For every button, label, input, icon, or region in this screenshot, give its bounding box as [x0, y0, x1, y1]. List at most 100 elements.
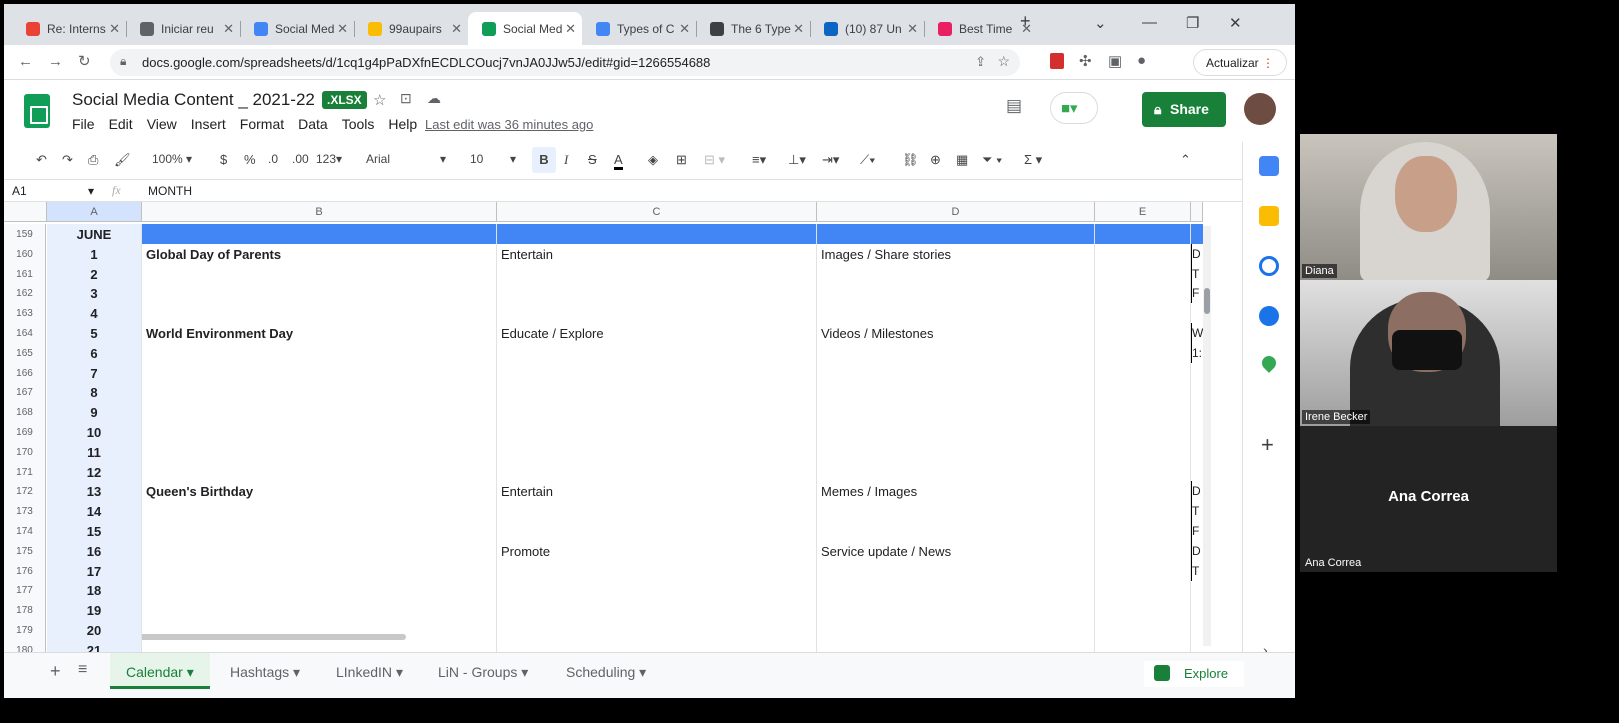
reload-icon[interactable]: ↻	[78, 52, 91, 70]
cell-f[interactable]: D	[1191, 243, 1203, 264]
cell-d[interactable]	[817, 362, 1095, 383]
align-vertical-icon[interactable]: ⊥▾	[788, 152, 806, 168]
cell-f[interactable]: T	[1191, 560, 1203, 581]
share-page-icon[interactable]: ⇪	[975, 54, 986, 70]
cell-c[interactable]	[497, 283, 817, 304]
chevron-down-icon[interactable]: ▾	[396, 664, 403, 680]
cell-e[interactable]	[1095, 540, 1191, 561]
cell-d[interactable]	[817, 441, 1095, 462]
sheets-logo-icon[interactable]	[24, 94, 50, 128]
cell-b[interactable]	[142, 580, 497, 601]
decrease-decimal-button[interactable]: .0	[268, 152, 278, 166]
cell-a[interactable]: 16	[47, 540, 142, 561]
cell-c[interactable]: Promote	[497, 540, 817, 561]
cell-a[interactable]: 21	[47, 639, 142, 652]
undo-icon[interactable]: ↶	[36, 152, 47, 168]
close-tab-icon[interactable]: ✕	[565, 21, 576, 37]
cell-b[interactable]	[142, 461, 497, 482]
row-number[interactable]: 175	[4, 540, 46, 561]
cell-a[interactable]: 19	[47, 600, 142, 621]
close-tab-icon[interactable]: ✕	[451, 21, 462, 37]
functions-icon[interactable]: Σ ▾	[1024, 152, 1042, 168]
cell-f[interactable]	[1191, 363, 1203, 383]
paint-format-icon[interactable]: 🖌︎	[114, 152, 131, 168]
cell-e[interactable]	[1095, 639, 1191, 652]
merge-cells-icon[interactable]: ⊟ ▾	[704, 152, 725, 168]
cell-d[interactable]	[817, 402, 1095, 423]
video-tile-ana[interactable]: Ana Correa Ana Correa	[1300, 426, 1557, 572]
cell-c[interactable]	[497, 224, 817, 244]
cell-a[interactable]: 13	[47, 481, 142, 502]
cell-b[interactable]: Global Day of Parents	[142, 243, 497, 264]
cell-d[interactable]: Memes / Images	[817, 481, 1095, 502]
contacts-icon[interactable]	[1259, 306, 1279, 326]
cell-f[interactable]	[1191, 303, 1203, 323]
cell-b[interactable]: World Environment Day	[142, 323, 497, 343]
menu-item-insert[interactable]: Insert	[191, 116, 226, 132]
browser-tab[interactable]: (10) 87 Un ✕	[810, 12, 924, 45]
cell-e[interactable]	[1095, 600, 1191, 621]
star-icon[interactable]: ☆	[373, 91, 386, 109]
maps-icon[interactable]	[1259, 353, 1279, 373]
browser-tab[interactable]: Social Med ✕	[240, 12, 354, 45]
cell-c[interactable]	[497, 501, 817, 522]
cell-a[interactable]: 4	[47, 303, 142, 324]
cell-e[interactable]	[1095, 501, 1191, 522]
browser-tab[interactable]: Best Time ✕	[924, 12, 1038, 45]
cell-e[interactable]	[1095, 402, 1191, 423]
cell-f[interactable]	[1191, 224, 1203, 244]
cell-b[interactable]	[142, 540, 497, 561]
chevron-down-icon[interactable]: ▾	[521, 664, 528, 680]
explore-button[interactable]: Explore	[1144, 661, 1244, 687]
insert-link-icon[interactable]: ⛓	[902, 152, 919, 168]
menu-item-help[interactable]: Help	[388, 116, 417, 132]
cell-b[interactable]	[142, 342, 497, 363]
update-button[interactable]: Actualizar ⋮	[1192, 49, 1287, 76]
insert-chart-icon[interactable]: ▦	[956, 152, 968, 168]
cell-c[interactable]	[497, 303, 817, 324]
cell-b[interactable]	[142, 263, 497, 284]
sheet-tab-hashtags[interactable]: Hashtags ▾	[214, 653, 316, 689]
currency-button[interactable]: $	[220, 152, 227, 167]
cell-c[interactable]: Educate / Explore	[497, 323, 817, 343]
browser-tab[interactable]: Social Med ✕	[468, 12, 582, 45]
add-addon-icon[interactable]: +	[1261, 432, 1274, 458]
filter-icon[interactable]: ⏷ ▾	[982, 152, 1002, 168]
row-number[interactable]: 161	[4, 263, 46, 284]
row-number[interactable]: 179	[4, 620, 46, 640]
meet-icon[interactable]: ■▾	[1050, 92, 1098, 124]
cell-a[interactable]: 20	[47, 620, 142, 640]
cell-a[interactable]: 1	[47, 243, 142, 264]
menu-item-view[interactable]: View	[147, 116, 177, 132]
cell-a[interactable]: 2	[47, 263, 142, 284]
cell-a[interactable]: 14	[47, 501, 142, 522]
cell-f[interactable]	[1191, 442, 1203, 462]
cell-e[interactable]	[1095, 342, 1191, 363]
cell-c[interactable]	[497, 263, 817, 284]
cell-e[interactable]	[1095, 481, 1191, 502]
menu-item-edit[interactable]: Edit	[109, 116, 133, 132]
calendar-icon[interactable]	[1259, 156, 1279, 176]
cell-c[interactable]	[497, 342, 817, 363]
select-all-corner[interactable]	[4, 202, 47, 222]
font-select[interactable]: Arial ▾	[366, 152, 450, 166]
menu-item-tools[interactable]: Tools	[342, 116, 375, 132]
chevron-down-icon[interactable]: ▾	[187, 664, 194, 680]
close-tab-icon[interactable]: ✕	[1021, 21, 1032, 37]
percent-button[interactable]: %	[244, 152, 256, 167]
minimize-icon[interactable]: —	[1142, 14, 1157, 31]
cell-b[interactable]	[142, 639, 497, 652]
cell-a[interactable]: 15	[47, 521, 142, 541]
cell-e[interactable]	[1095, 580, 1191, 601]
cell-c[interactable]	[497, 639, 817, 652]
row-number[interactable]: 170	[4, 441, 46, 462]
cell-b[interactable]	[142, 521, 497, 541]
cell-f[interactable]: W	[1191, 323, 1203, 343]
cell-a[interactable]: 7	[47, 362, 142, 383]
cell-a[interactable]: 17	[47, 560, 142, 581]
cell-a[interactable]: 9	[47, 402, 142, 423]
cell-e[interactable]	[1095, 224, 1191, 244]
row-number[interactable]: 180	[4, 639, 46, 652]
browser-tab[interactable]: Types of C ✕	[582, 12, 696, 45]
column-header-a[interactable]: A	[47, 202, 142, 222]
